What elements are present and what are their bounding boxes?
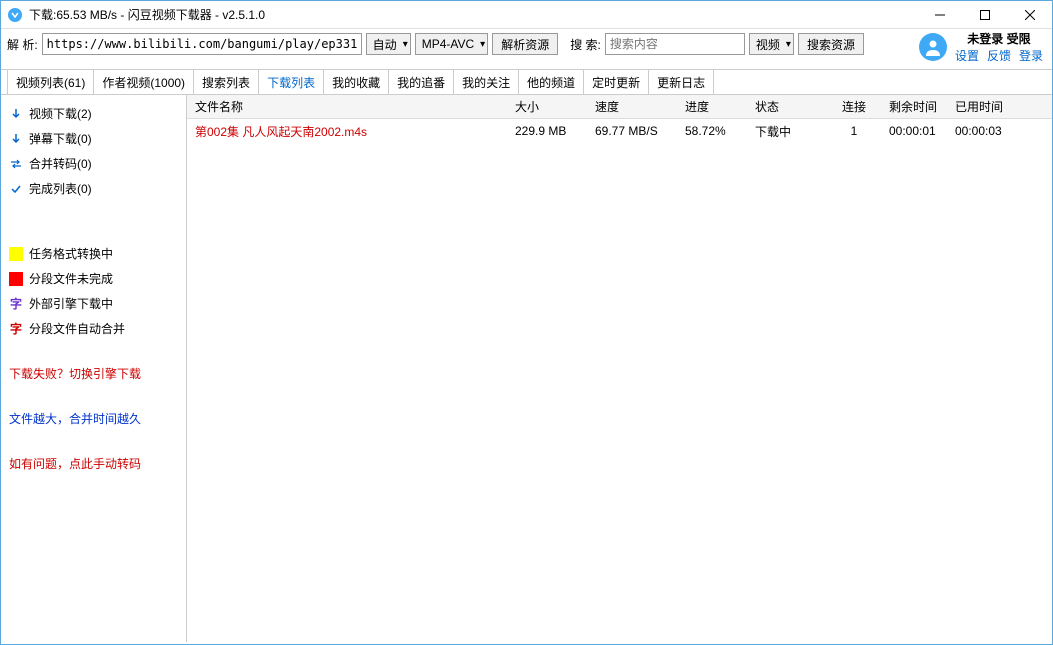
legend-swatch	[9, 272, 23, 286]
tab-3[interactable]: 下载列表	[259, 70, 324, 94]
tab-2[interactable]: 搜索列表	[194, 70, 259, 94]
legend-char: 字	[9, 320, 23, 337]
table-body: 第002集 凡人风起天南2002.m4s229.9 MB69.77 MB/S58…	[187, 119, 1052, 143]
legend-item-0: 任务格式转换中	[1, 241, 186, 266]
sidebar-item-0[interactable]: 视频下载(2)	[1, 101, 186, 126]
sidebar-item-label: 完成列表(0)	[29, 180, 92, 197]
tabbar: 视频列表(61)作者视频(1000)搜索列表下载列表我的收藏我的追番我的关注他的…	[1, 69, 1052, 95]
cell-remain: 00:00:01	[881, 124, 947, 138]
cell-size: 229.9 MB	[507, 124, 587, 138]
search-label: 搜 索:	[570, 36, 601, 53]
settings-link[interactable]: 设置	[955, 47, 979, 64]
sidebar: 视频下载(2) 弹幕下载(0) 合并转码(0) 完成列表(0) 任务格式转换中分段文件未…	[1, 95, 187, 642]
down-arrow-icon	[9, 108, 23, 120]
th-status[interactable]: 状态	[747, 98, 827, 115]
search-type-select[interactable]: 视频▾	[749, 33, 794, 55]
url-input[interactable]	[42, 33, 362, 55]
login-link[interactable]: 登录	[1019, 47, 1043, 64]
window-controls	[917, 1, 1052, 29]
app-icon	[7, 7, 23, 23]
close-button[interactable]	[1007, 1, 1052, 29]
legend-label: 任务格式转换中	[29, 245, 113, 262]
tab-7[interactable]: 他的频道	[519, 70, 584, 94]
help-link-2[interactable]: 如有问题，点此手动转码	[1, 451, 186, 476]
th-speed[interactable]: 速度	[587, 98, 677, 115]
chevron-down-icon: ▾	[786, 39, 791, 50]
cell-elapsed: 00:00:03	[947, 124, 1013, 138]
legend-label: 外部引擎下载中	[29, 295, 113, 312]
legend-label: 分段文件未完成	[29, 270, 113, 287]
cell-speed: 69.77 MB/S	[587, 124, 677, 138]
titlebar: 下载:65.53 MB/s - 闪豆视频下载器 - v2.5.1.0	[1, 1, 1052, 29]
parse-label: 解 析:	[7, 36, 38, 53]
content: 视频下载(2) 弹幕下载(0) 合并转码(0) 完成列表(0) 任务格式转换中分段文件未…	[1, 95, 1052, 642]
avatar[interactable]	[919, 33, 947, 61]
swap-icon	[9, 158, 23, 170]
tab-0[interactable]: 视频列表(61)	[7, 70, 94, 94]
help-link-1[interactable]: 文件越大，合并时间越久	[1, 406, 186, 431]
th-progress[interactable]: 进度	[677, 98, 747, 115]
tab-1[interactable]: 作者视频(1000)	[94, 70, 194, 94]
check-icon	[9, 183, 23, 195]
sidebar-item-label: 合并转码(0)	[29, 155, 92, 172]
feedback-link[interactable]: 反馈	[987, 47, 1011, 64]
sidebar-item-3[interactable]: 完成列表(0)	[1, 176, 186, 201]
tab-5[interactable]: 我的追番	[389, 70, 454, 94]
window-title: 下载:65.53 MB/s - 闪豆视频下载器 - v2.5.1.0	[29, 6, 917, 23]
table-row[interactable]: 第002集 凡人风起天南2002.m4s229.9 MB69.77 MB/S58…	[187, 119, 1052, 143]
minimize-button[interactable]	[917, 1, 962, 29]
legend-char: 字	[9, 295, 23, 312]
cell-name: 第002集 凡人风起天南2002.m4s	[187, 123, 507, 140]
table-header: 文件名称 大小 速度 进度 状态 连接 剩余时间 已用时间	[187, 95, 1052, 119]
chevron-down-icon: ▾	[403, 39, 408, 50]
sidebar-item-1[interactable]: 弹幕下载(0)	[1, 126, 186, 151]
legend-item-2: 字外部引擎下载中	[1, 291, 186, 316]
search-button[interactable]: 搜索资源	[798, 33, 864, 55]
down-arrow-icon	[9, 133, 23, 145]
th-size[interactable]: 大小	[507, 98, 587, 115]
format-select[interactable]: MP4-AVC▾	[415, 33, 488, 55]
sidebar-item-label: 视频下载(2)	[29, 105, 92, 122]
sidebar-item-label: 弹幕下载(0)	[29, 130, 92, 147]
legend-swatch	[9, 247, 23, 261]
parse-button[interactable]: 解析资源	[492, 33, 558, 55]
tab-8[interactable]: 定时更新	[584, 70, 649, 94]
th-conn[interactable]: 连接	[827, 98, 881, 115]
th-name[interactable]: 文件名称	[187, 98, 507, 115]
sidebar-item-2[interactable]: 合并转码(0)	[1, 151, 186, 176]
maximize-button[interactable]	[962, 1, 1007, 29]
legend-item-3: 字分段文件自动合并	[1, 316, 186, 341]
cell-status: 下载中	[747, 123, 827, 140]
search-input[interactable]	[605, 33, 745, 55]
chevron-down-icon: ▾	[480, 39, 485, 50]
main-panel: 文件名称 大小 速度 进度 状态 连接 剩余时间 已用时间 第002集 凡人风起…	[187, 95, 1052, 642]
login-status: 未登录 受限	[967, 30, 1030, 47]
tab-6[interactable]: 我的关注	[454, 70, 519, 94]
legend-item-1: 分段文件未完成	[1, 266, 186, 291]
th-remain[interactable]: 剩余时间	[881, 98, 947, 115]
tab-9[interactable]: 更新日志	[649, 70, 714, 94]
toolbar: 解 析: 自动▾ MP4-AVC▾ 解析资源 搜 索: 视频▾ 搜索资源	[1, 29, 1052, 59]
help-link-0[interactable]: 下载失败？切换引擎下载	[1, 361, 186, 386]
tab-4[interactable]: 我的收藏	[324, 70, 389, 94]
cell-conn: 1	[827, 124, 881, 138]
legend-label: 分段文件自动合并	[29, 320, 125, 337]
cell-progress: 58.72%	[677, 124, 747, 138]
th-elapsed[interactable]: 已用时间	[947, 98, 1013, 115]
user-area: 未登录 受限 设置 反馈 登录	[919, 30, 1043, 64]
mode-select[interactable]: 自动▾	[366, 33, 411, 55]
